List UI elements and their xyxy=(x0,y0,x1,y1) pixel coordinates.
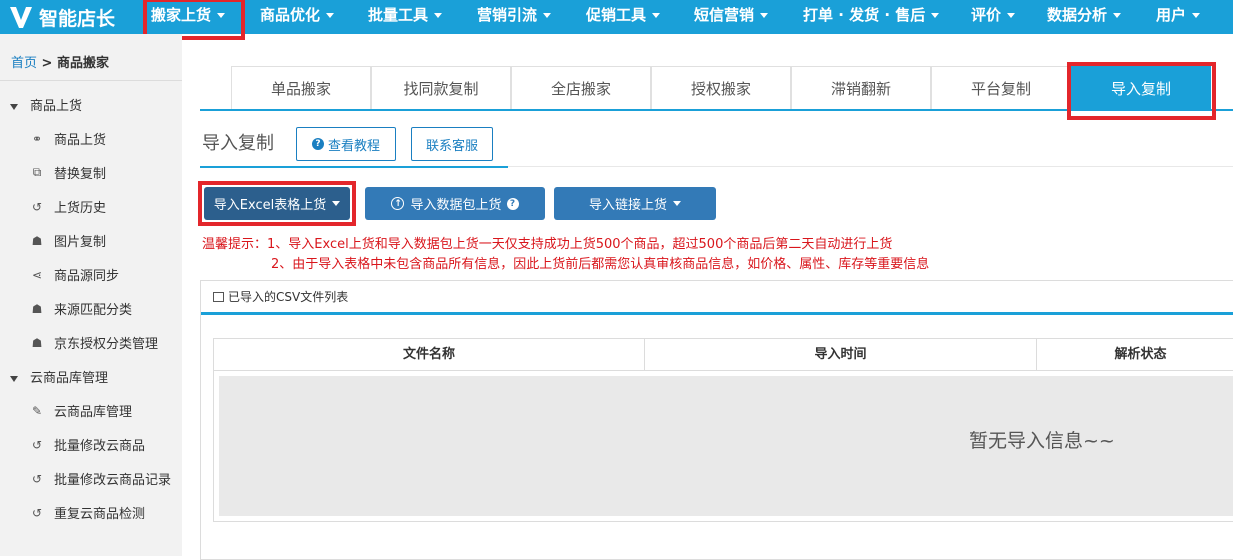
import-link-button[interactable]: 导入链接上货 xyxy=(554,187,716,220)
history-icon: ↺ xyxy=(31,505,43,520)
import-package-button[interactable]: ↑ 导入数据包上货? xyxy=(365,187,545,220)
nav-batch-tools[interactable]: 批量工具 xyxy=(368,0,443,34)
breadcrumb-separator: > xyxy=(41,56,53,71)
sidebar-group-cloud[interactable]: 云商品库管理 xyxy=(10,367,108,386)
panel-header: 已导入的CSV文件列表 xyxy=(201,281,1233,315)
upload-icon: ↑ xyxy=(391,197,405,210)
divider xyxy=(508,166,1233,167)
sidebar-group-upload[interactable]: 商品上货 xyxy=(10,95,82,114)
tab-auth-move[interactable]: 授权搬家 xyxy=(651,66,791,110)
nav-sms[interactable]: 短信营销 xyxy=(694,0,769,34)
tutorial-button[interactable]: ? 查看教程 xyxy=(296,127,396,161)
column-header-import-time: 导入时间 xyxy=(645,339,1037,371)
copy-icon: ⧉ xyxy=(32,165,42,179)
chevron-down-icon xyxy=(434,13,443,18)
link-icon: ⚭ xyxy=(31,131,43,146)
history-icon: ↺ xyxy=(31,199,43,214)
tab-platform-copy[interactable]: 平台复制 xyxy=(931,66,1071,110)
tab-single-move[interactable]: 单品搬家 xyxy=(231,66,371,110)
highlight-box xyxy=(198,181,356,226)
contact-support-button[interactable]: 联系客服 xyxy=(411,127,493,161)
chevron-down-icon xyxy=(1192,13,1201,18)
sidebar-item-source-sync[interactable]: ⋖ 商品源同步 xyxy=(30,265,119,285)
chevron-down-icon xyxy=(652,13,661,18)
history-icon: ↺ xyxy=(31,437,43,452)
divider xyxy=(0,80,182,81)
sidebar-item-batch-edit-log[interactable]: ↺ 批量修改云商品记录 xyxy=(30,469,171,489)
column-header-parse-status: 解析状态 xyxy=(1037,339,1233,371)
empty-state: 暂无导入信息~~ xyxy=(219,376,1233,516)
sidebar-item-upload[interactable]: ⚭ 商品上货 xyxy=(30,129,106,149)
tip-line-2: 2、由于导入表格中未包含商品所有信息，因此上货前后都需您认真审核商品信息，如价格… xyxy=(271,257,930,272)
question-icon: ? xyxy=(506,197,519,210)
logo-icon xyxy=(10,7,32,28)
edit-icon: ✎ xyxy=(31,403,43,418)
sidebar-item-duplicate-check[interactable]: ↺ 重复云商品检测 xyxy=(30,503,145,523)
sidebar-item-batch-edit[interactable]: ↺ 批量修改云商品 xyxy=(30,435,145,455)
triangle-down-icon xyxy=(10,103,18,110)
tab-find-same[interactable]: 找同款复制 xyxy=(371,66,511,110)
app-logo[interactable]: 智能店长 xyxy=(8,0,115,34)
sidebar-item-upload-history[interactable]: ↺ 上货历史 xyxy=(30,197,106,217)
question-icon: ? xyxy=(311,138,324,150)
calendar-icon xyxy=(213,291,224,302)
chevron-down-icon xyxy=(1113,13,1122,18)
nav-promotion[interactable]: 促销工具 xyxy=(586,0,661,34)
share-icon: ⋖ xyxy=(31,267,43,282)
triangle-down-icon xyxy=(10,375,18,382)
nav-product-optimize[interactable]: 商品优化 xyxy=(260,0,335,34)
breadcrumb: 首页 > 商品搬家 xyxy=(11,52,109,71)
logo-text: 智能店长 xyxy=(39,7,116,30)
chevron-down-icon xyxy=(326,13,335,18)
sidebar-item-cloud-manage[interactable]: ✎ 云商品库管理 xyxy=(30,401,132,421)
empty-message: 暂无导入信息~~ xyxy=(969,430,1115,452)
highlight-box xyxy=(1067,62,1216,120)
tab-renew[interactable]: 滞销翻新 xyxy=(791,66,931,110)
chevron-down-icon xyxy=(1007,13,1016,18)
sidebar-item-replace-copy[interactable]: ⧉ 替换复制 xyxy=(30,163,106,182)
sidebar-item-category-match[interactable]: ☗ 来源匹配分类 xyxy=(30,299,132,319)
chevron-down-icon xyxy=(673,201,681,206)
sitemap-icon: ☗ xyxy=(31,301,43,316)
tab-shop-move[interactable]: 全店搬家 xyxy=(511,66,651,110)
chevron-down-icon xyxy=(760,13,769,18)
nav-reviews[interactable]: 评价 xyxy=(971,0,1016,34)
nav-user[interactable]: 用户 xyxy=(1156,0,1201,34)
nav-marketing[interactable]: 营销引流 xyxy=(477,0,552,34)
sitemap-icon: ☗ xyxy=(31,335,43,350)
chevron-down-icon xyxy=(543,13,552,18)
title-underline xyxy=(200,166,508,168)
nav-orders[interactable]: 打单 · 发货 · 售后 xyxy=(803,0,940,34)
breadcrumb-current: 商品搬家 xyxy=(56,56,109,71)
sidebar-item-image-copy[interactable]: ☗ 图片复制 xyxy=(30,231,106,251)
tip-line-1: 温馨提示：1、导入Excel上货和导入数据包上货一天仅支持成功上货500个商品，… xyxy=(202,237,893,252)
sitemap-icon: ☗ xyxy=(31,233,43,248)
chevron-down-icon xyxy=(931,13,940,18)
column-header-filename: 文件名称 xyxy=(214,339,645,371)
history-icon: ↺ xyxy=(31,471,43,486)
page-title: 导入复制 xyxy=(202,133,274,154)
breadcrumb-home[interactable]: 首页 xyxy=(11,56,37,71)
sidebar-item-jd-category[interactable]: ☗ 京东授权分类管理 xyxy=(30,333,158,353)
nav-analytics[interactable]: 数据分析 xyxy=(1047,0,1122,34)
